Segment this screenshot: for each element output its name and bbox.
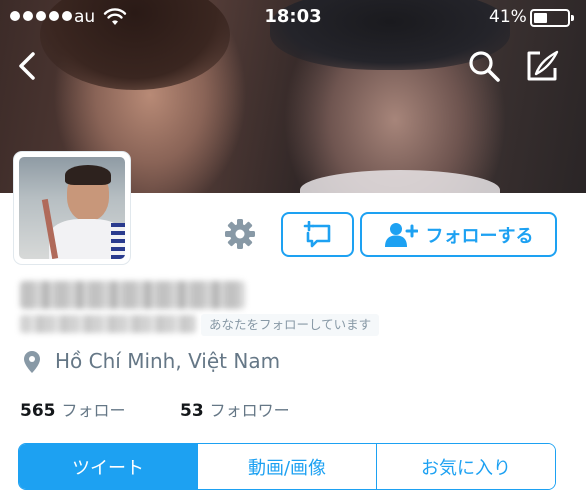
- following-count: 565: [20, 401, 56, 421]
- tab-media[interactable]: 動画/画像: [197, 444, 376, 489]
- tab-tweets[interactable]: ツイート: [19, 444, 197, 489]
- back-icon[interactable]: [12, 50, 42, 82]
- gear-icon[interactable]: [223, 217, 257, 251]
- follow-button-label: フォローする: [425, 225, 534, 247]
- avatar-photo: [19, 157, 125, 259]
- tab-favorites[interactable]: お気に入り: [376, 444, 555, 489]
- following-stat[interactable]: 565 フォロー: [20, 397, 126, 421]
- followers-stat[interactable]: 53 フォロワー: [180, 397, 290, 421]
- followers-count: 53: [180, 401, 204, 421]
- location-text: Hồ Chí Minh, Việt Nam: [55, 349, 281, 373]
- battery-icon: [530, 9, 574, 27]
- direct-message-icon: [303, 220, 330, 247]
- avatar[interactable]: [14, 152, 130, 264]
- location-pin-icon: [24, 351, 40, 373]
- battery-percent: 41%: [489, 7, 527, 27]
- follows-you-badge: あなたをフォローしています: [201, 314, 380, 336]
- followers-label: フォロワー: [209, 401, 290, 420]
- following-label: フォロー: [61, 401, 126, 420]
- add-user-icon: [384, 222, 418, 247]
- profile-tabs: ツイート 動画/画像 お気に入り: [18, 443, 556, 490]
- follow-button[interactable]: フォローする: [360, 212, 557, 257]
- banner-photo-detail: [300, 170, 500, 193]
- username-redacted: [20, 315, 196, 333]
- status-bar: au 18:03 41%: [0, 0, 586, 34]
- display-name-redacted: [20, 281, 245, 309]
- compose-icon[interactable]: [524, 48, 560, 84]
- direct-message-button[interactable]: [281, 212, 354, 257]
- search-icon[interactable]: [466, 48, 502, 84]
